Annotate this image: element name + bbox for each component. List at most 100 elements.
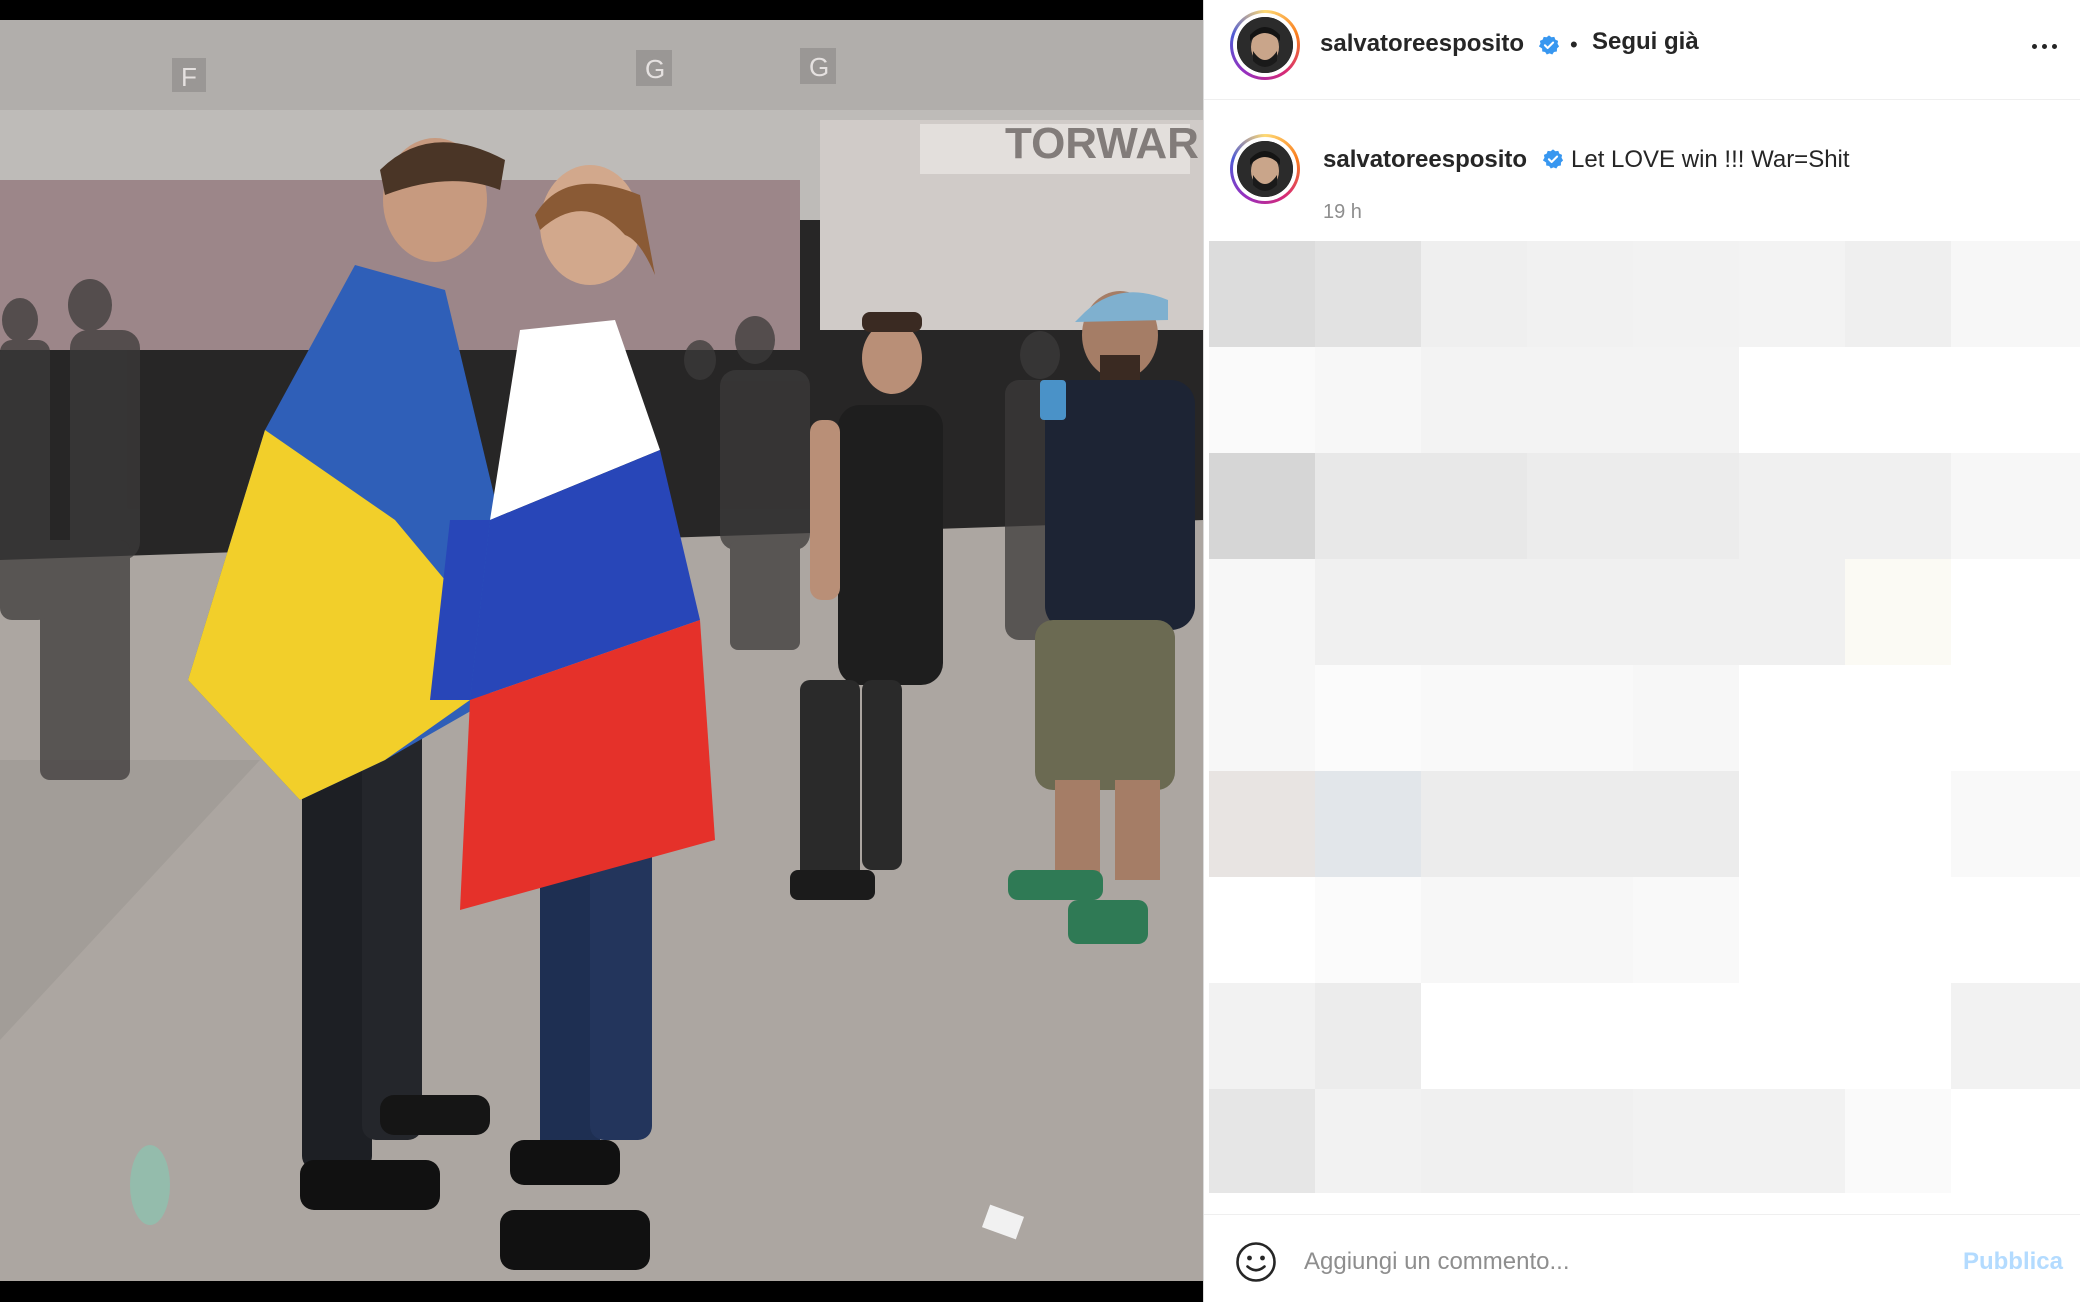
pixel-block: [1739, 665, 1845, 771]
pixel-block: [1845, 1089, 1951, 1193]
pixel-block: [2057, 1089, 2080, 1193]
pixel-block: [1315, 559, 1421, 665]
pixel-block: [1209, 453, 1315, 559]
post-timestamp[interactable]: 19 h: [1323, 201, 1362, 224]
pixel-block: [1421, 559, 1527, 665]
more-options-icon[interactable]: [2024, 26, 2064, 66]
pixel-block: [1845, 347, 1951, 453]
pixel-block: [1845, 453, 1951, 559]
pixel-block: [1527, 1089, 1633, 1193]
publish-button[interactable]: Pubblica: [1963, 1248, 2063, 1276]
pixel-block: [1527, 559, 1633, 665]
pixel-block: [1739, 1089, 1845, 1193]
pixel-block: [2057, 771, 2080, 877]
pixel-block: [2057, 453, 2080, 559]
pixel-block: [1421, 1089, 1527, 1193]
pixel-block: [1739, 983, 1845, 1089]
emoji-icon[interactable]: [1235, 1241, 1277, 1283]
pixel-block: [1527, 771, 1633, 877]
pixel-block: [1633, 347, 1739, 453]
pixel-block: [1209, 241, 1315, 347]
pixel-block: [1209, 665, 1315, 771]
pixel-block: [1951, 559, 2057, 665]
pixel-block: [1633, 771, 1739, 877]
pixel-block: [1527, 665, 1633, 771]
pixelated-comments: [1209, 241, 2080, 1193]
pixel-block: [1315, 665, 1421, 771]
pixel-block: [1527, 983, 1633, 1089]
pixel-block: [1633, 559, 1739, 665]
pixel-block: [2057, 347, 2080, 453]
post-caption: Let LOVE win !!! War=Shit: [1571, 146, 1850, 173]
pixel-block: [1209, 771, 1315, 877]
pixel-block: [1421, 347, 1527, 453]
post-author-username[interactable]: salvatoreesposito: [1320, 30, 1524, 58]
pixel-block: [1951, 665, 2057, 771]
pixel-block: [1421, 983, 1527, 1089]
pixel-block: [1315, 983, 1421, 1089]
pixel-block: [1209, 983, 1315, 1089]
pixel-block: [1421, 453, 1527, 559]
pixel-block: [1739, 877, 1845, 983]
post-photo-image: TORWAR F G G: [0, 0, 1204, 1302]
pixel-block: [2057, 665, 2080, 771]
pixel-block: [2057, 241, 2080, 347]
pixel-block: [1315, 241, 1421, 347]
pixel-block: [1739, 771, 1845, 877]
pixel-block: [1951, 771, 2057, 877]
pixel-block: [1845, 559, 1951, 665]
pixel-block: [1739, 559, 1845, 665]
pixel-block: [1527, 877, 1633, 983]
pixel-block: [1951, 241, 2057, 347]
pixel-block: [1315, 347, 1421, 453]
pixel-block: [1951, 1089, 2057, 1193]
pixel-block: [1315, 1089, 1421, 1193]
pixel-block: [1209, 1089, 1315, 1193]
pixel-block: [1633, 453, 1739, 559]
caption-avatar[interactable]: [1230, 134, 1300, 204]
pixel-block: [1527, 347, 1633, 453]
post-photo[interactable]: TORWAR F G G: [0, 0, 1204, 1302]
comment-input[interactable]: [1304, 1241, 1864, 1283]
pixel-block: [1951, 453, 2057, 559]
post-header: salvatoreesposito • Segui già: [1204, 0, 2080, 100]
avatar[interactable]: [1230, 10, 1300, 80]
pixel-block: [1739, 453, 1845, 559]
pixel-block: [1845, 877, 1951, 983]
pixel-block: [1421, 241, 1527, 347]
pixel-block: [1209, 347, 1315, 453]
caption-verified-badge-icon: [1542, 149, 1564, 169]
pixel-block: [1527, 241, 1633, 347]
pixel-block: [1209, 877, 1315, 983]
pixel-block: [1633, 665, 1739, 771]
pixel-block: [1845, 665, 1951, 771]
pixel-block: [1845, 771, 1951, 877]
caption-username[interactable]: salvatoreesposito: [1323, 146, 1527, 174]
pixel-block: [1315, 771, 1421, 877]
pixel-block: [1527, 453, 1633, 559]
pixel-block: [1633, 877, 1739, 983]
pixel-block: [1845, 983, 1951, 1089]
pixel-block: [1739, 241, 1845, 347]
pixel-block: [1421, 665, 1527, 771]
post-sidebar: salvatoreesposito • Segui già salvatoree…: [1204, 0, 2080, 1302]
pixel-block: [1421, 877, 1527, 983]
pixel-block: [1633, 1089, 1739, 1193]
pixel-block: [1739, 347, 1845, 453]
pixel-block: [1633, 241, 1739, 347]
following-button[interactable]: Segui già: [1592, 28, 1699, 56]
pixel-block: [1209, 559, 1315, 665]
verified-badge-icon: [1538, 35, 1560, 55]
pixel-block: [1315, 453, 1421, 559]
pixel-block: [1633, 983, 1739, 1089]
pixel-block: [1845, 241, 1951, 347]
pixel-block: [1951, 877, 2057, 983]
pixel-block: [2057, 559, 2080, 665]
header-separator: •: [1570, 32, 1578, 57]
pixel-block: [1951, 347, 2057, 453]
pixel-block: [1951, 983, 2057, 1089]
comment-bar: Pubblica: [1204, 1214, 2080, 1303]
pixel-block: [2057, 877, 2080, 983]
pixel-block: [2057, 983, 2080, 1089]
pixel-block: [1421, 771, 1527, 877]
